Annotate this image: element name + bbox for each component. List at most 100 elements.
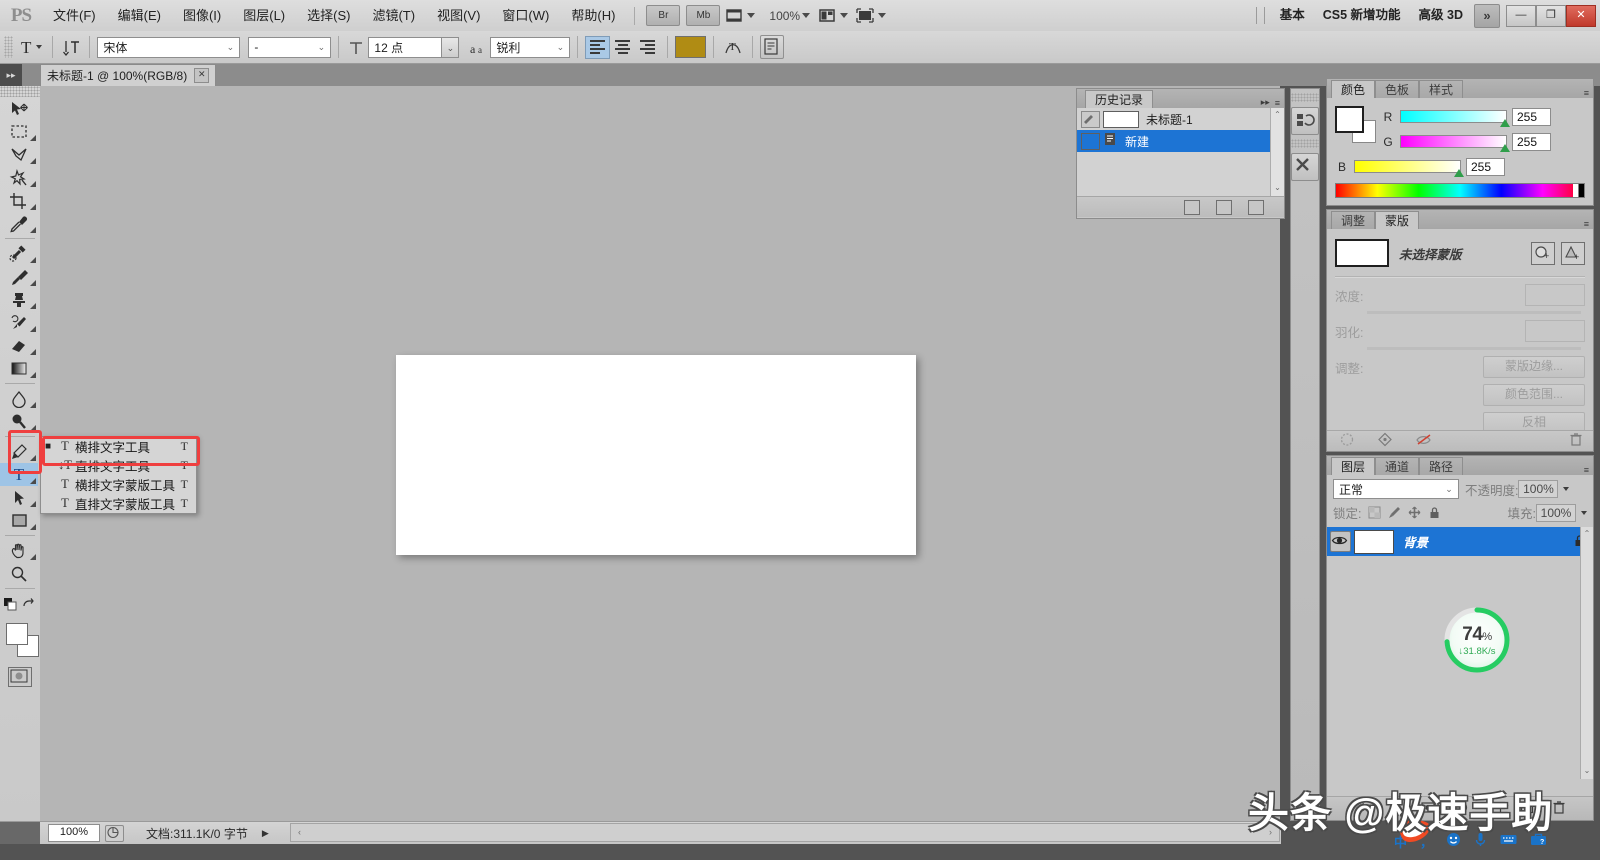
horizontal-scrollbar[interactable]: ‹ ›	[290, 823, 1280, 842]
type-tool-flyout-menu[interactable]: ■ T 横排文字工具 T ↓T 直排文字工具 T T 横排文字蒙版工具 T T …	[40, 436, 197, 514]
density-field[interactable]	[1525, 284, 1585, 306]
panel-menu-icon[interactable]: ≡	[1275, 98, 1280, 108]
flyout-item-vertical-type-mask[interactable]: T 直排文字蒙版工具 T	[41, 494, 196, 513]
blue-value[interactable]: 255	[1466, 158, 1505, 176]
history-state-list[interactable]: 未标题-1 新建 ⌃ ⌄	[1077, 108, 1284, 196]
status-expand-arrow-icon[interactable]: ▶	[262, 828, 269, 839]
view-extras-chevron-down-icon[interactable]	[747, 13, 755, 18]
disable-mask-icon[interactable]	[1415, 432, 1433, 450]
green-value[interactable]: 255	[1512, 133, 1551, 151]
history-snapshot-row[interactable]: 未标题-1	[1077, 108, 1284, 130]
arrange-chevron-down-icon[interactable]	[840, 13, 848, 18]
flyout-item-vertical-type[interactable]: ↓T 直排文字工具 T	[41, 456, 196, 475]
font-style-select[interactable]: - ⌄	[248, 37, 331, 58]
menu-help[interactable]: 帮助(H)	[560, 0, 626, 31]
menu-window[interactable]: 窗口(W)	[491, 0, 560, 31]
tool-preset-chevron-down-icon[interactable]	[36, 45, 42, 49]
current-tool-preset[interactable]: T	[18, 35, 45, 60]
delete-mask-icon[interactable]	[1569, 432, 1583, 450]
screen-mode-chevron-down-icon[interactable]	[878, 13, 886, 18]
move-tool[interactable]	[0, 97, 38, 120]
eye-icon[interactable]	[1330, 531, 1351, 552]
scroll-down-icon[interactable]: ⌄	[1581, 764, 1593, 777]
blur-tool[interactable]	[0, 387, 38, 410]
dock-grip-2[interactable]	[1291, 139, 1319, 148]
menu-edit[interactable]: 编辑(E)	[107, 0, 172, 31]
tab-adjustments[interactable]: 调整	[1331, 211, 1375, 229]
bridge-button[interactable]: Br	[646, 5, 680, 26]
delete-state-icon[interactable]	[1248, 200, 1264, 215]
blue-slider-thumb[interactable]	[1454, 169, 1464, 177]
tab-history[interactable]: 历史记录	[1085, 90, 1153, 108]
dock-grip[interactable]	[1291, 93, 1319, 102]
menu-file[interactable]: 文件(F)	[42, 0, 107, 31]
red-slider[interactable]	[1400, 110, 1507, 123]
lock-position-icon[interactable]	[1408, 506, 1421, 519]
menu-filter[interactable]: 滤镜(T)	[361, 0, 426, 31]
magic-wand-tool[interactable]	[0, 166, 38, 189]
tools-panel-grip[interactable]	[0, 86, 40, 97]
healing-brush-tool[interactable]	[0, 242, 38, 265]
scroll-up-icon[interactable]: ⌃	[1271, 108, 1284, 121]
menu-view[interactable]: 视图(V)	[426, 0, 491, 31]
add-vector-mask-icon[interactable]: +	[1561, 242, 1585, 265]
eraser-tool[interactable]	[0, 334, 38, 357]
red-slider-thumb[interactable]	[1500, 119, 1510, 127]
antialias-select[interactable]: 锐利 ⌄	[490, 37, 570, 58]
tool-presets-dock-icon[interactable]	[1291, 153, 1319, 181]
document-canvas[interactable]	[396, 355, 916, 555]
download-progress-widget[interactable]: 74% ↓31.8K/s	[1441, 604, 1513, 676]
tab-swatches[interactable]: 色板	[1375, 80, 1419, 98]
flyout-item-horizontal-type[interactable]: ■ T 横排文字工具 T	[41, 437, 196, 456]
green-slider[interactable]	[1400, 135, 1507, 148]
scroll-left-icon[interactable]: ‹	[293, 826, 306, 839]
spectrum-black-white-end[interactable]	[1573, 184, 1584, 197]
mask-edge-button[interactable]: 蒙版边缘...	[1483, 356, 1585, 378]
font-size-select[interactable]: 12 点	[368, 37, 442, 58]
history-scrollbar[interactable]: ⌃ ⌄	[1270, 108, 1284, 196]
color-spectrum-ramp[interactable]	[1335, 183, 1585, 198]
pen-tool[interactable]	[0, 440, 38, 463]
status-options-icon[interactable]	[105, 825, 124, 842]
scroll-up-icon[interactable]: ⌃	[1581, 527, 1593, 540]
eyedropper-tool[interactable]	[0, 212, 38, 235]
apply-mask-icon[interactable]	[1377, 432, 1393, 450]
panel-menu-icon[interactable]: ≡	[1584, 88, 1589, 98]
gradient-tool[interactable]	[0, 357, 38, 380]
restore-button[interactable]: ❐	[1536, 5, 1566, 27]
crop-tool[interactable]	[0, 189, 38, 212]
marquee-tool[interactable]	[0, 120, 38, 143]
color-panel-swatches[interactable]	[1335, 106, 1375, 142]
green-slider-thumb[interactable]	[1500, 144, 1510, 152]
tab-color[interactable]: 颜色	[1331, 80, 1375, 98]
close-icon[interactable]: ✕	[194, 68, 209, 83]
options-bar-grip[interactable]	[4, 36, 13, 58]
text-orientation-icon[interactable]	[61, 38, 81, 57]
workspace-advanced-3d[interactable]: 高级 3D	[1410, 0, 1472, 31]
tab-styles[interactable]: 样式	[1419, 80, 1463, 98]
workspace-essentials[interactable]: 基本	[1271, 0, 1314, 31]
dodge-tool[interactable]	[0, 410, 38, 433]
opacity-chevron-down-icon[interactable]	[1563, 487, 1569, 491]
workspace-cs5-new[interactable]: CS5 新增功能	[1314, 0, 1410, 31]
fill-chevron-down-icon[interactable]	[1581, 511, 1587, 515]
font-family-select[interactable]: 宋体 ⌄	[97, 37, 240, 58]
scroll-down-icon[interactable]: ⌄	[1271, 181, 1284, 194]
lock-all-icon[interactable]	[1428, 506, 1441, 519]
mini-bridge-button[interactable]: Mb	[686, 5, 720, 26]
more-workspaces-button[interactable]: »	[1474, 4, 1500, 28]
layers-scrollbar[interactable]: ⌃ ⌄	[1580, 527, 1593, 779]
menu-layer[interactable]: 图层(L)	[232, 0, 296, 31]
warp-text-icon[interactable]: T	[721, 36, 745, 58]
opacity-value[interactable]: 100%	[1518, 480, 1558, 498]
path-selection-tool[interactable]	[0, 486, 38, 509]
align-right-button[interactable]	[635, 36, 660, 59]
collapse-icon[interactable]: ▸▸	[1261, 97, 1270, 108]
state-toggle-icon[interactable]	[1081, 133, 1100, 150]
tab-channels[interactable]: 通道	[1375, 457, 1419, 475]
color-range-button[interactable]: 颜色范围...	[1483, 384, 1585, 406]
lock-image-pixels-icon[interactable]	[1388, 506, 1401, 519]
arrange-documents-icon[interactable]	[817, 6, 837, 25]
foreground-color-swatch[interactable]	[1335, 106, 1364, 133]
tab-layers[interactable]: 图层	[1331, 457, 1375, 475]
